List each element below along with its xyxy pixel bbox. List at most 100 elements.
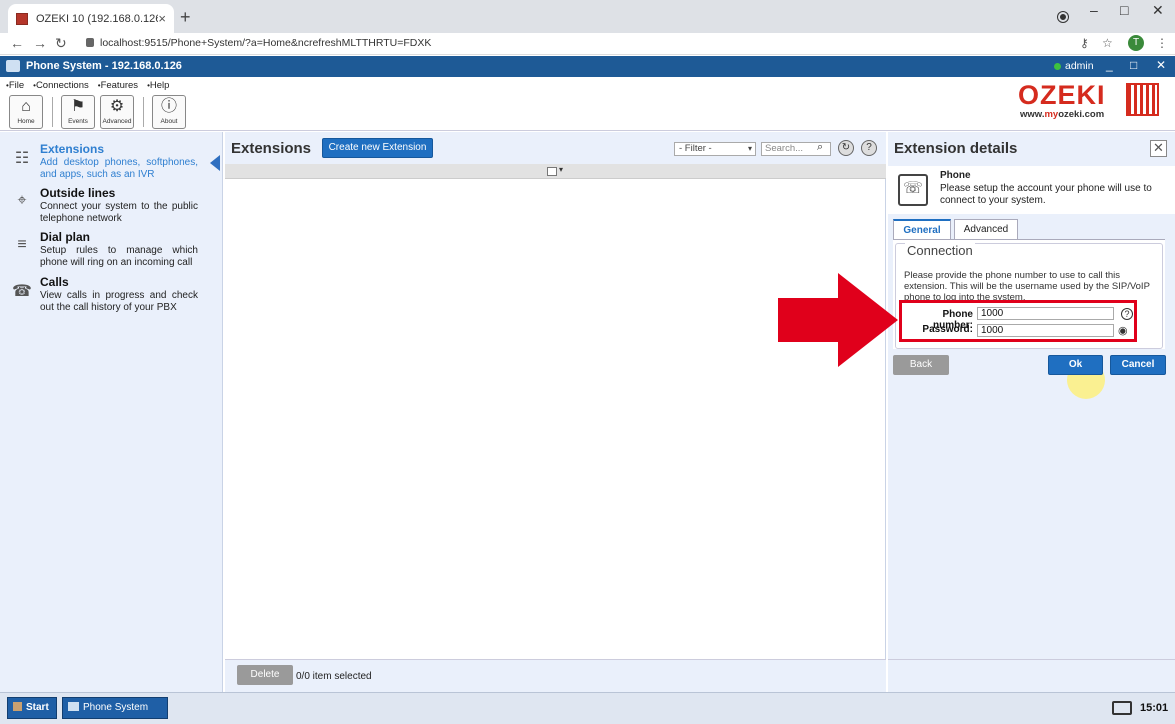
extensions-footer: Delete 0/0 item selected (225, 659, 886, 692)
refresh-icon[interactable]: ↻ (838, 140, 854, 156)
sidebar-item-extensions[interactable]: ☷ Extensions Add desktop phones, softpho… (0, 142, 223, 180)
close-icon[interactable]: ✕ (1150, 140, 1167, 157)
user-status-icon (1054, 63, 1061, 70)
red-arrow-annotation (778, 273, 898, 367)
sidebar-item-desc: View calls in progress and check out the… (40, 290, 198, 313)
ozeki-url: www.myozeki.com (1020, 109, 1106, 120)
create-extension-button[interactable]: Create new Extension (322, 138, 433, 158)
key-icon[interactable]: ⚷ (1080, 36, 1089, 50)
chevron-down-icon[interactable]: ▾ (559, 165, 563, 174)
start-icon (13, 702, 22, 711)
reload-icon[interactable]: ↻ (55, 35, 67, 52)
ozeki-grid-icon (1126, 83, 1159, 116)
events-button[interactable]: ⚑ Events (61, 95, 95, 129)
ozeki-favicon-icon (16, 12, 28, 25)
home-label: Home (17, 118, 35, 125)
ok-button[interactable]: Ok (1048, 355, 1103, 375)
search-icon[interactable]: ⌕ (817, 141, 823, 154)
eye-icon[interactable]: ◉ (1118, 324, 1128, 337)
user-name[interactable]: admin (1065, 60, 1094, 72)
browser-menu-icon[interactable]: ⋮ (1156, 36, 1168, 50)
about-button[interactable]: ⓘ About (152, 95, 186, 129)
sidebar-item-outside-lines[interactable]: ⌖ Outside lines Connect your system to t… (0, 186, 223, 224)
phone-desc: Please setup the account your phone will… (940, 183, 1152, 206)
desk-phone-icon: ☏ (898, 174, 928, 206)
sidebar-item-calls[interactable]: ☎ Calls View calls in progress and check… (0, 275, 223, 313)
about-label: About (160, 118, 178, 125)
sidebar: ☷ Extensions Add desktop phones, softpho… (0, 132, 223, 692)
menu-bar: File Connections Features Help (6, 80, 170, 91)
clock: 15:01 (1140, 702, 1169, 714)
address-bar: ← → ↻ localhost:9515/Phone+System/?a=Hom… (0, 33, 1175, 55)
url-field[interactable]: localhost:9515/Phone+System/?a=Home&ncre… (100, 37, 431, 49)
window-minimize-icon[interactable]: – (1090, 2, 1098, 18)
back-arrow-icon[interactable]: ← (10, 35, 24, 51)
window-maximize-icon[interactable]: □ (1120, 2, 1128, 18)
taskbar-item-phone-system[interactable]: Phone System (62, 697, 168, 719)
app-title: Phone System - 192.168.0.126 (26, 60, 182, 72)
menu-file[interactable]: File (6, 80, 24, 91)
ozeki-wordmark: OZEKI (1018, 80, 1106, 110)
delete-button[interactable]: Delete (237, 665, 293, 685)
tab-close-icon[interactable]: × (158, 11, 166, 26)
phone-system-icon (68, 702, 79, 711)
url-rest: ozeki.com (1058, 109, 1105, 120)
tab-title: OZEKI 10 (192.168.0.126) (36, 12, 159, 25)
tab-general[interactable]: General (893, 219, 951, 240)
flag-icon: ⚑ (70, 98, 86, 115)
menu-help[interactable]: Help (147, 80, 170, 91)
bookmark-star-icon[interactable]: ☆ (1102, 36, 1113, 50)
app-close-icon[interactable]: ✕ (1156, 58, 1166, 72)
advanced-button[interactable]: ⚙ Advanced (100, 95, 134, 129)
start-button[interactable]: Start (7, 697, 57, 719)
sidebar-item-title: Extensions (40, 142, 105, 156)
help-icon[interactable]: ? (1121, 308, 1133, 320)
record-icon[interactable] (1058, 12, 1068, 22)
events-label: Events (68, 118, 88, 125)
filter-select[interactable]: - Filter - ▾ (674, 142, 756, 156)
chevron-down-icon: ▾ (747, 144, 752, 153)
toolbar-divider (52, 97, 53, 127)
monitor-icon[interactable] (1112, 701, 1132, 715)
cancel-button[interactable]: Cancel (1110, 355, 1166, 375)
phone-number-field[interactable]: 1000 (977, 307, 1114, 320)
page-title: Extensions (231, 140, 312, 157)
advanced-label: Advanced (102, 118, 132, 125)
sidebar-item-title: Outside lines (40, 186, 116, 200)
menu-toolbar: File Connections Features Help ⌂ Home ⚑ … (0, 77, 1175, 131)
details-title: Extension details (894, 140, 1018, 157)
select-all-checkbox[interactable] (547, 167, 557, 176)
sidebar-item-title: Dial plan (40, 230, 91, 244)
back-button[interactable]: Back (893, 355, 949, 375)
phone-system-icon (6, 60, 20, 72)
connection-desc: Please provide the phone number to use t… (904, 270, 1150, 303)
forward-arrow-icon[interactable]: → (33, 35, 47, 51)
menu-features[interactable]: Features (98, 80, 139, 91)
menu-connections[interactable]: Connections (33, 80, 89, 91)
password-field[interactable]: 1000 (977, 324, 1114, 337)
lock-icon (86, 38, 94, 47)
url-my: my (1044, 109, 1059, 120)
outside-lines-icon: ⌖ (17, 192, 27, 209)
extensions-icon: ☷ (14, 150, 30, 167)
help-icon[interactable]: ? (861, 140, 877, 156)
details-footer (888, 659, 1175, 692)
home-button[interactable]: ⌂ Home (9, 95, 43, 129)
app-maximize-icon[interactable]: □ (1130, 58, 1137, 72)
app-titlebar: Phone System - 192.168.0.126 admin _ □ ✕ (0, 56, 1175, 77)
app-minimize-icon[interactable]: _ (1106, 58, 1113, 72)
extensions-header: Extensions Create new Extension - Filter… (225, 132, 886, 164)
taskbar: Start Phone System 15:01 (0, 692, 1175, 724)
tab-advanced[interactable]: Advanced (954, 219, 1018, 240)
info-icon: ⓘ (160, 98, 177, 115)
password-label: Password: (922, 324, 973, 335)
profile-avatar[interactable]: T (1128, 35, 1144, 51)
window-close-icon[interactable]: ✕ (1152, 2, 1164, 19)
filter-value: - Filter - (679, 143, 712, 154)
home-icon: ⌂ (21, 98, 31, 115)
ozeki-logo[interactable]: OZEKI www.myozeki.com (1018, 81, 1106, 120)
browser-tab[interactable]: OZEKI 10 (192.168.0.126) × (8, 4, 174, 33)
start-label: Start (26, 702, 49, 713)
new-tab-icon[interactable]: + (180, 7, 191, 28)
sidebar-item-dial-plan[interactable]: ≡ Dial plan Setup rules to manage which … (0, 230, 223, 268)
